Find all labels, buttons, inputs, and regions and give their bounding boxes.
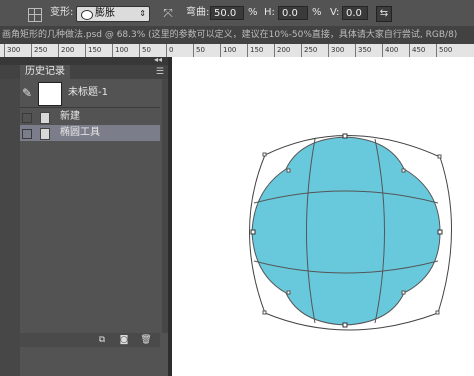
ruler-tick: 300 [4,44,20,57]
warp-orientation-icon[interactable]: ⤧ [160,6,176,20]
snapshot-label: 未标题-1 [68,87,108,98]
divider [20,107,160,108]
document-title: 画角矩形的几种做法.psd @ 68.3% (这里的参数可以定义，建议在10%-… [2,30,458,40]
grid-tool-icon[interactable] [28,8,42,22]
anchor-point[interactable] [342,133,348,139]
ruler-tick: 200 [58,44,74,57]
bend-input[interactable]: 50.0 [210,6,244,20]
horizontal-ruler[interactable]: 300 250 200 150 100 50 0 50 100 150 200 … [0,44,474,58]
h-input[interactable]: 0.0 [278,6,308,20]
collapse-panel-icon[interactable]: ◂◂ [154,55,162,64]
panel-bottom-bar: ⧉ ◙ 🗑 [20,333,160,347]
history-item-label: 椭圆工具 [60,127,100,138]
history-item-label: 新建 [60,111,80,122]
history-item-ellipse-tool[interactable]: 椭圆工具 [20,125,160,141]
panel-tab-row: 历史记录 ☰ [0,65,168,79]
new-document-icon[interactable]: ⧉ [96,334,108,346]
ruler-tick: 100 [112,44,128,57]
handle-point[interactable] [435,310,440,315]
warped-ellipse-artwork[interactable] [172,57,474,376]
panel-left-strip [0,79,20,376]
handle-point[interactable] [401,290,406,295]
snapshot-camera-icon[interactable]: ◙ [118,334,130,346]
warp-style-select[interactable]: 膨胀 ⇕ [76,6,150,22]
panel-menu-icon[interactable]: ☰ [156,65,164,79]
ruler-tick: 50 [139,44,151,57]
ruler-tick: 400 [382,44,398,57]
ruler-tick: 100 [220,44,236,57]
ruler-tick: 250 [31,44,47,57]
handle-point[interactable] [262,310,267,315]
h-percent: % [312,7,322,18]
handle-point[interactable] [437,154,442,159]
handle-point[interactable] [401,168,406,173]
trash-icon[interactable]: 🗑 [140,334,152,346]
brush-source-icon[interactable]: ✎ [22,86,36,100]
anchor-point[interactable] [437,229,443,235]
document-canvas[interactable] [172,57,474,376]
document-icon [40,112,50,124]
bend-label: 弯曲: [186,7,210,18]
document-tab[interactable]: 画角矩形的几种做法.psd @ 68.3% (这里的参数可以定义，建议在10%-… [0,26,474,44]
ruler-tick: 450 [409,44,425,57]
toggle-warp-icon[interactable]: ⇆ [376,6,392,22]
tab-history[interactable]: 历史记录 [20,65,70,79]
history-source-checkbox[interactable] [22,113,32,123]
ruler-tick: 250 [301,44,317,57]
history-source-checkbox[interactable] [22,129,32,139]
ruler-tick: 50 [193,44,205,57]
handle-point[interactable] [286,290,291,295]
history-panel: ◂◂ 历史记录 ☰ ✎ 未标题-1 新建 椭圆工具 ⧉ ◙ 🗑 [0,55,168,376]
history-item-new[interactable]: 新建 [20,109,160,125]
options-bar: 变形: 膨胀 ⇕ ⤧ 弯曲: 50.0 % H: 0.0 % V: 0.0 ⇆ [0,0,474,26]
chevron-updown-icon: ⇕ [139,9,146,18]
snapshot-thumbnail [38,82,62,106]
warp-label: 变形: [50,7,74,18]
document-icon [40,128,50,140]
warp-style-value: 膨胀 [95,8,115,19]
handle-point[interactable] [286,168,291,173]
ruler-tick: 350 [355,44,371,57]
ruler-tick: 150 [85,44,101,57]
bend-percent: % [248,7,258,18]
ruler-tick: 0 [166,44,173,57]
handle-point[interactable] [262,152,267,157]
v-input[interactable]: 0.0 [342,6,368,20]
ruler-tick: 500 [436,44,452,57]
panel-top-strip: ◂◂ [0,55,168,65]
warped-ellipse-shape[interactable] [251,136,441,326]
warp-shape-icon [81,10,93,20]
ruler-tick: 200 [274,44,290,57]
anchor-point[interactable] [250,229,256,235]
v-label: V: [330,7,340,18]
ruler-tick: 300 [328,44,344,57]
history-snapshot[interactable]: ✎ 未标题-1 [20,79,160,107]
ruler-tick: 150 [247,44,263,57]
h-label: H: [264,7,275,18]
anchor-point[interactable] [342,322,348,328]
